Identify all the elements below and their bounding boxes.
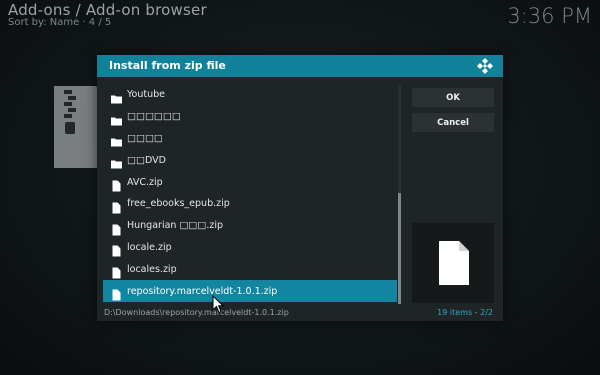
list-item-label: locale.zip (127, 241, 172, 253)
install-from-zip-dialog: Install from zip file Youtube □□□□□□ □□□□ □… (97, 55, 503, 321)
list-item[interactable]: free_ebooks_epub.zip (103, 193, 397, 215)
list-item[interactable]: □□□□□□ (103, 106, 397, 128)
list-item[interactable]: Youtube (103, 84, 397, 106)
ok-button[interactable]: OK (412, 88, 494, 107)
folder-icon (111, 89, 122, 104)
file-icon (111, 286, 122, 301)
list-item[interactable]: repository.marcelveldt-1.0.1.zip (103, 280, 397, 302)
file-icon (111, 177, 122, 192)
list-item-label: □□□□ (127, 132, 163, 144)
file-icon (111, 264, 122, 279)
file-icon (439, 241, 469, 285)
list-item-label: free_ebooks_epub.zip (127, 198, 230, 210)
folder-icon (111, 133, 122, 147)
item-count-label: 19 items (437, 308, 473, 317)
list-scrollbar[interactable] (398, 85, 401, 304)
list-item-label: repository.marcelveldt-1.0.1.zip (127, 285, 278, 297)
list-item-label: □□DVD (127, 154, 166, 166)
mouse-cursor-icon (212, 295, 224, 314)
list-item-label: □□□□□□ (127, 111, 181, 123)
scrollbar-thumb[interactable] (398, 193, 401, 304)
dialog-header: Install from zip file (97, 55, 503, 77)
selected-path: D:\Downloads\repository.marcelveldt-1.0.… (104, 308, 289, 317)
list-item-label: locales.zip (127, 263, 177, 275)
cancel-button[interactable]: Cancel (412, 113, 494, 132)
clock: 3:36 PM (507, 4, 592, 28)
folder-icon (111, 155, 122, 169)
file-icon (111, 242, 122, 257)
list-item[interactable]: locales.zip (103, 258, 397, 280)
list-item-label: Youtube (127, 89, 165, 101)
file-preview (412, 223, 494, 303)
list-item[interactable]: □□DVD (103, 149, 397, 171)
file-icon (111, 220, 122, 236)
list-item[interactable]: Hungarian □□□.zip (103, 215, 397, 237)
sort-info: Sort by: Name · 4 / 5 (8, 17, 112, 28)
page-indicator: 2/2 (480, 308, 493, 317)
list-item-label: Hungarian □□□.zip (127, 220, 224, 232)
file-list: Youtube □□□□□□ □□□□ □□DVD AVC.zip free_ebooks… (103, 84, 397, 305)
list-item[interactable]: □□□□ (103, 128, 397, 150)
list-item[interactable]: locale.zip (103, 237, 397, 259)
folder-icon (111, 111, 122, 126)
list-item[interactable]: AVC.zip (103, 171, 397, 193)
dialog-title: Install from zip file (109, 59, 226, 72)
item-count: 19 items - 2/2 (437, 308, 493, 317)
file-icon (111, 198, 122, 214)
list-item-label: AVC.zip (127, 176, 163, 188)
kodi-logo-icon (477, 58, 493, 74)
